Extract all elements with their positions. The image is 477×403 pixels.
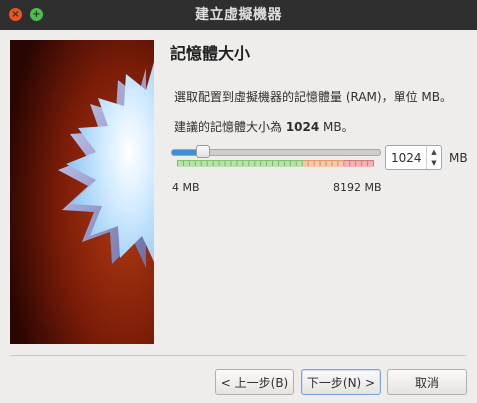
memory-unit-label: MB [449, 151, 468, 165]
chevron-down-icon[interactable]: ▼ [427, 157, 441, 168]
slider-min-label: 4 MB [172, 181, 200, 194]
page-heading: 記憶體大小 [170, 44, 251, 63]
starburst-illustration [10, 40, 154, 344]
slider-handle[interactable] [195, 145, 210, 158]
title-bar: × + 建立虛擬機器 [0, 0, 477, 30]
window-title: 建立虛擬機器 [195, 7, 282, 23]
slider-max-label: 8192 MB [333, 181, 382, 194]
spin-arrows: ▲ ▼ [426, 146, 441, 169]
memory-size-spinbox[interactable]: 1024 ▲ ▼ [385, 145, 442, 170]
recommended-memory-text: 建議的記憶體大小為 1024 MB。 [174, 120, 354, 134]
cancel-button[interactable]: 取消 [387, 369, 467, 395]
slider-ticks [177, 161, 374, 166]
dialog-separator [10, 355, 466, 356]
wizard-side-illustration [10, 40, 154, 344]
back-button[interactable]: < 上一步(B) [215, 369, 294, 395]
recommended-memory-value: 1024 [285, 120, 320, 134]
memory-description: 選取配置到虛擬機器的記憶體量 (RAM)，單位 MB。 [174, 90, 452, 104]
memory-size-input[interactable]: 1024 [391, 151, 422, 165]
next-button[interactable]: 下一步(N) > [301, 369, 381, 395]
chevron-up-icon[interactable]: ▲ [427, 146, 441, 157]
memory-slider[interactable] [171, 145, 381, 171]
